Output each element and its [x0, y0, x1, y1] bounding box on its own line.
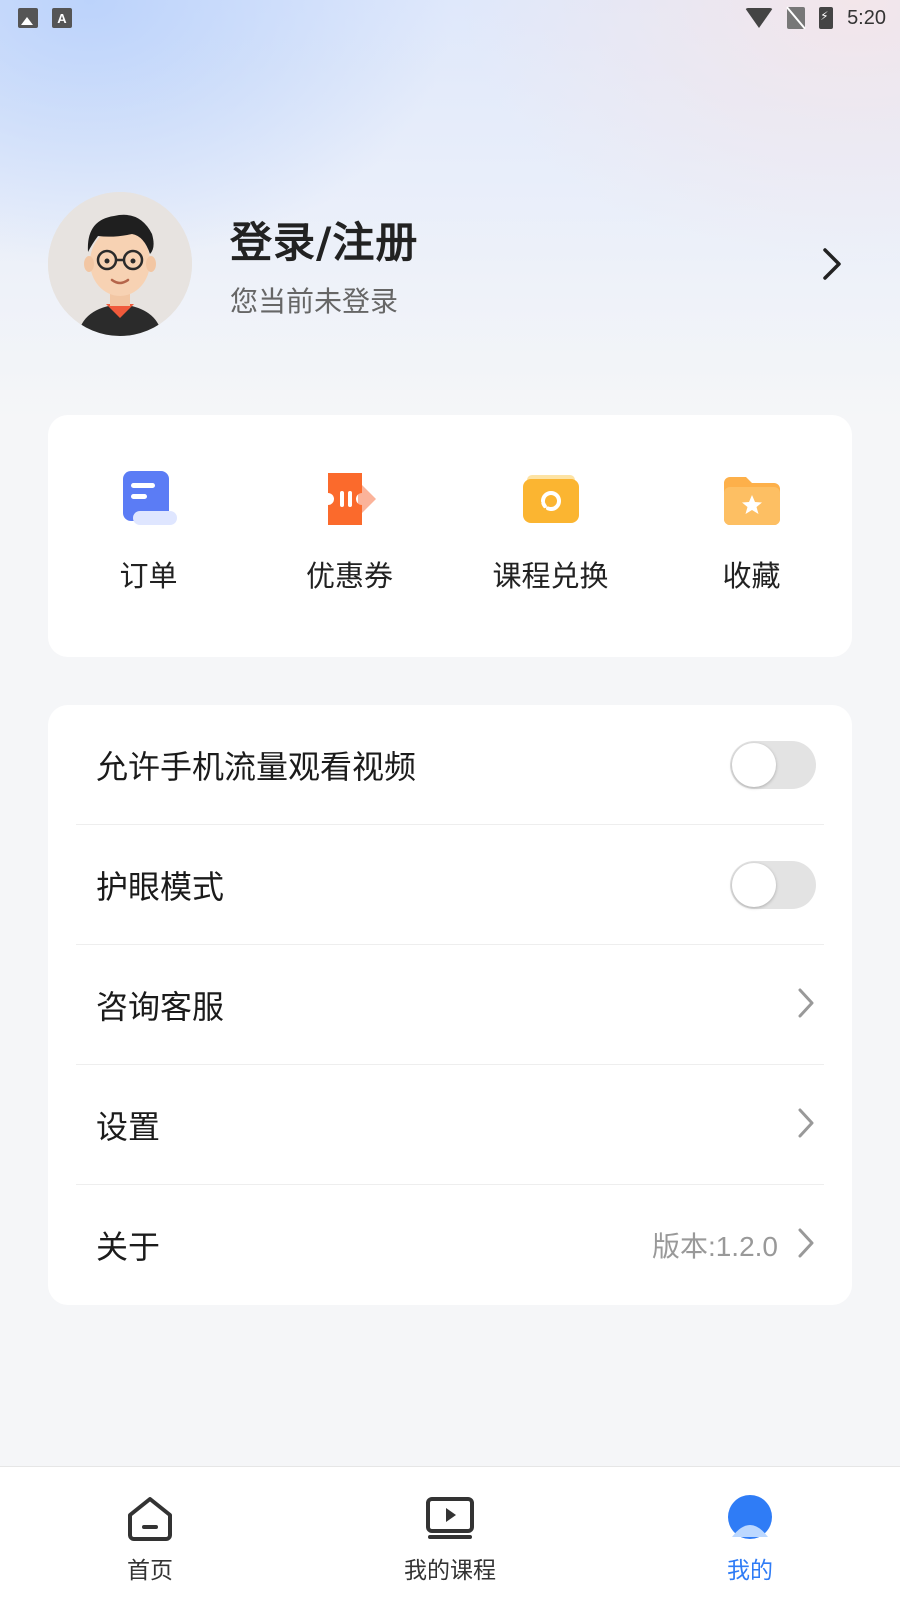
bottom-nav: 首页 我的课程 我的: [0, 1466, 900, 1600]
eye-care-mode-toggle[interactable]: [730, 860, 816, 909]
setting-label: 咨询客服: [96, 987, 225, 1026]
my-courses-icon: [426, 1497, 474, 1539]
mine-icon: [728, 1495, 772, 1539]
setting-settings[interactable]: 设置: [76, 1065, 824, 1185]
quick-action-course-exchange[interactable]: 课程兑换: [450, 415, 651, 657]
setting-customer-service[interactable]: 咨询客服: [76, 945, 824, 1065]
setting-label: 护眼模式: [96, 867, 225, 906]
nav-label: 我的: [727, 1558, 773, 1584]
quick-action-label: 优惠券: [305, 559, 393, 593]
settings-card: 允许手机流量观看视频 护眼模式 咨询客服 设置 关于 版本:1.2.0: [48, 705, 852, 1305]
chevron-right-icon: [796, 1226, 816, 1264]
login-register-title[interactable]: 登录/注册: [230, 209, 812, 270]
status-bar: A 5:20: [0, 0, 900, 36]
font-icon: A: [52, 8, 72, 28]
quick-actions-card: 订单 优惠券 课程兑换 收藏: [48, 415, 852, 657]
setting-mobile-data-video: 允许手机流量观看视频: [76, 705, 824, 825]
chevron-right-icon[interactable]: [812, 244, 852, 284]
coupon-icon: [327, 473, 376, 525]
setting-about[interactable]: 关于 版本:1.2.0: [76, 1185, 824, 1305]
app-version: 版本:1.2.0: [651, 1231, 778, 1262]
quick-action-label: 收藏: [722, 559, 781, 593]
wifi-icon: [745, 8, 774, 28]
image-icon: [18, 8, 38, 28]
setting-label: 设置: [96, 1107, 161, 1146]
quick-action-coupons[interactable]: 优惠券: [249, 415, 450, 657]
avatar[interactable]: [48, 192, 192, 336]
chevron-right-icon: [796, 986, 816, 1024]
nav-my-courses[interactable]: 我的课程: [300, 1467, 600, 1600]
quick-action-favorites[interactable]: 收藏: [651, 415, 852, 657]
nav-label: 我的课程: [404, 1558, 496, 1584]
setting-label: 允许手机流量观看视频: [96, 747, 417, 786]
mobile-data-video-toggle[interactable]: [730, 740, 816, 789]
quick-action-label: 订单: [119, 559, 178, 593]
quick-action-label: 课程兑换: [492, 559, 609, 593]
battery-charging-icon: [819, 7, 834, 29]
exchange-icon: [522, 475, 579, 523]
order-icon: [122, 471, 177, 525]
nav-home[interactable]: 首页: [0, 1467, 300, 1600]
favorite-folder-icon: [723, 477, 780, 525]
setting-label: 关于: [96, 1228, 161, 1266]
nav-label: 首页: [127, 1558, 173, 1584]
profile-login-entry[interactable]: 登录/注册 您当前未登录: [48, 192, 852, 336]
home-icon: [128, 1497, 172, 1541]
quick-action-orders[interactable]: 订单: [48, 415, 249, 657]
login-status-text: 您当前未登录: [230, 284, 399, 318]
setting-eye-care-mode: 护眼模式: [76, 825, 824, 945]
nav-mine[interactable]: 我的: [600, 1467, 900, 1600]
status-time: 5:20: [847, 6, 886, 29]
avatar-illustration: [48, 192, 192, 336]
chevron-right-icon: [796, 1106, 816, 1144]
no-sim-icon: [787, 7, 806, 29]
